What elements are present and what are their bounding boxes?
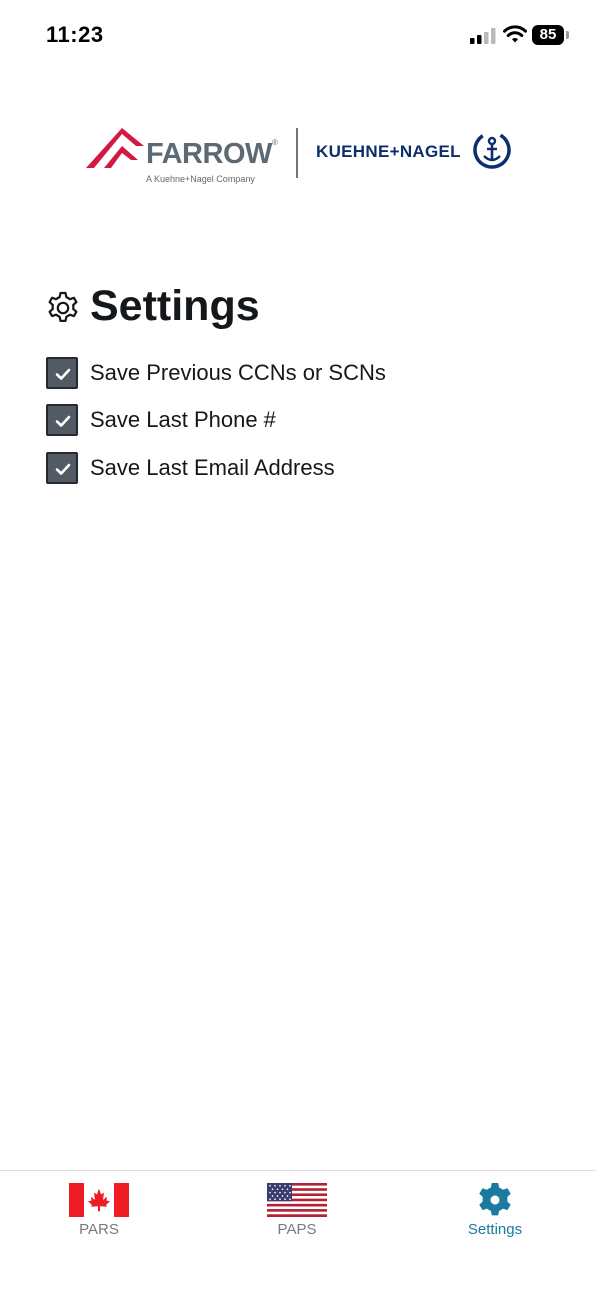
usa-flag-icon: [267, 1183, 327, 1217]
farrow-logo-text: FARROW: [146, 138, 272, 170]
tab-paps[interactable]: PAPS: [227, 1183, 367, 1253]
checkbox[interactable]: [46, 452, 78, 484]
tab-label: PARS: [79, 1221, 119, 1238]
logo-divider: [296, 128, 298, 178]
option-label: Save Last Email Address: [90, 455, 335, 480]
checkmark-icon: [55, 415, 71, 427]
tab-label: PAPS: [277, 1221, 317, 1238]
battery-percent: 85: [539, 26, 557, 43]
cellular-signal-icon: [470, 28, 496, 44]
kuehne-nagel-logo-text: KUEHNE+NAGEL: [316, 142, 461, 161]
canada-flag-icon: [69, 1183, 129, 1217]
checkbox[interactable]: [46, 404, 78, 436]
company-logo-header: FARROW ® A Kuehne+Nagel Company KUEHNE+N…: [86, 124, 516, 188]
anchor-icon: [473, 131, 511, 169]
wifi-icon: [503, 25, 527, 43]
page-title: Settings: [90, 282, 260, 330]
status-bar: 11:23 85: [0, 0, 596, 72]
checkmark-icon: [55, 368, 71, 380]
checkbox[interactable]: [46, 357, 78, 389]
option-save-last-phone[interactable]: Save Last Phone #: [46, 404, 506, 440]
gear-icon: [479, 1183, 511, 1216]
bottom-tab-bar: PARS PAPS Settings: [0, 1170, 596, 1291]
tab-pars[interactable]: PARS: [29, 1183, 169, 1253]
option-label: Save Previous CCNs or SCNs: [90, 360, 386, 385]
battery-icon: 85: [532, 25, 570, 45]
checkmark-icon: [55, 463, 71, 475]
farrow-logo-mark-icon: [86, 128, 144, 168]
option-label: Save Last Phone #: [90, 407, 276, 432]
tab-label: Settings: [467, 1221, 523, 1238]
option-save-previous-ccns[interactable]: Save Previous CCNs or SCNs: [46, 357, 506, 393]
farrow-registered-mark: ®: [272, 138, 278, 147]
farrow-tagline: A Kuehne+Nagel Company: [146, 174, 255, 184]
option-save-last-email[interactable]: Save Last Email Address: [46, 452, 506, 488]
gear-icon: [48, 291, 78, 322]
status-time: 11:23: [46, 22, 104, 47]
tab-settings[interactable]: Settings: [425, 1183, 565, 1253]
